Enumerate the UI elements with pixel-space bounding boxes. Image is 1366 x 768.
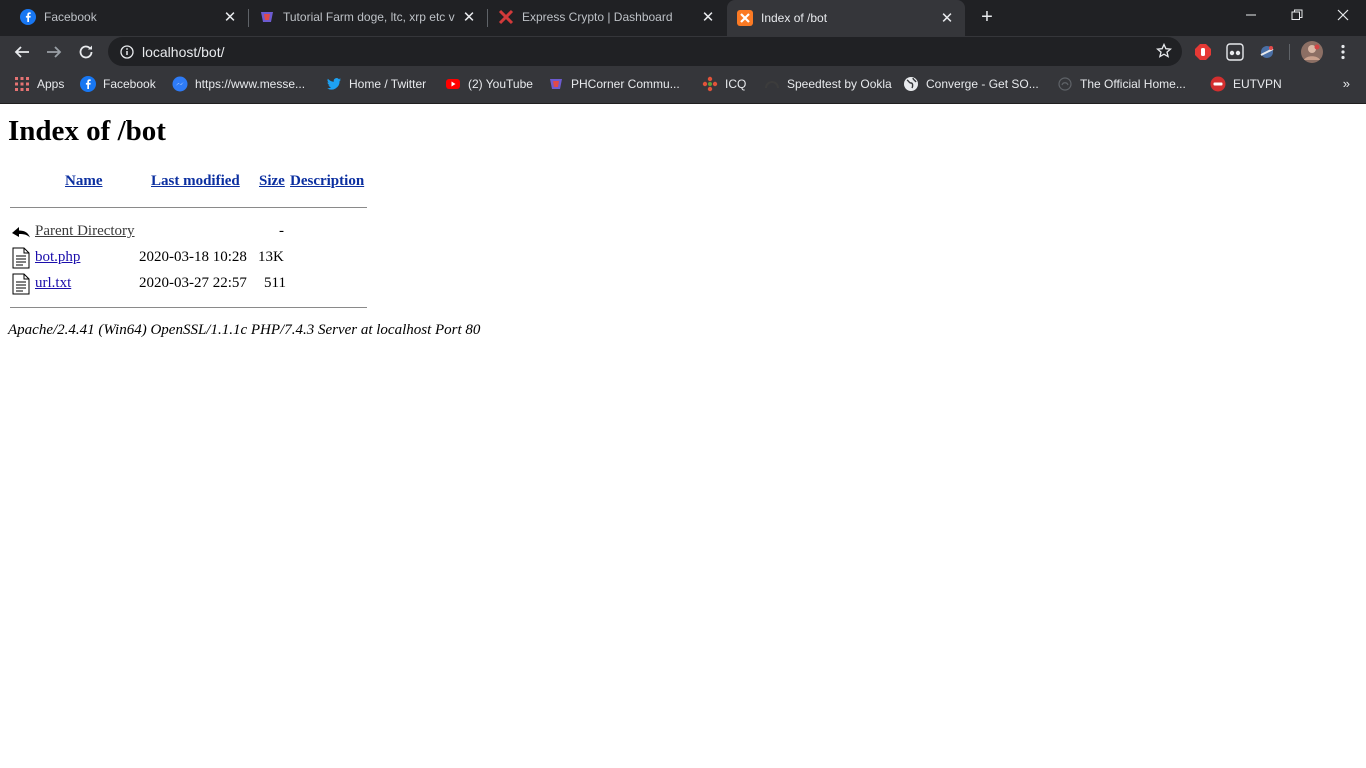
tab-title: Express Crypto | Dashboard [522,10,673,24]
page-title: Index of /bot [8,115,166,147]
tab-tutorial[interactable]: Tutorial Farm doge, ltc, xrp etc v ✕ [249,0,487,34]
bookmark-label: The Official Home... [1080,77,1186,91]
close-icon[interactable]: ✕ [700,9,716,26]
bookmark-eutvpn[interactable]: EUTVPN [1210,75,1282,93]
speedtest-icon [764,76,780,92]
bookmark-label: EUTVPN [1233,77,1282,91]
tab-strip: Facebook ✕ Tutorial Farm doge, ltc, xrp … [0,0,1366,36]
extension-adblock-icon[interactable] [1194,43,1212,61]
file-text-icon [12,247,30,269]
extension-vpn-icon[interactable] [1258,43,1276,61]
bookmark-label: Home / Twitter [349,77,427,91]
bookmark-converge[interactable]: Converge - Get SO... [903,75,1039,93]
restore-button[interactable] [1274,0,1320,30]
facebook-icon [20,9,36,25]
file-size: 13K [258,249,284,265]
close-icon[interactable]: ✕ [222,9,238,26]
browser-chrome: Facebook ✕ Tutorial Farm doge, ltc, xrp … [0,0,1366,104]
facebook-icon [80,76,96,92]
divider [10,307,367,308]
page-icon [1057,76,1073,92]
twitter-icon [326,76,342,92]
arrow-left-icon [14,46,29,58]
file-text-icon [12,273,30,295]
bookmark-official-home[interactable]: The Official Home... [1057,75,1186,93]
extension-glasses-icon[interactable] [1226,43,1244,61]
star-icon[interactable] [1156,43,1172,59]
xampp-icon [737,10,753,26]
bookmark-label: Converge - Get SO... [926,77,1039,91]
column-header-name[interactable]: Name [65,173,103,190]
close-window-button[interactable] [1320,0,1366,30]
tab-express-crypto[interactable]: Express Crypto | Dashboard ✕ [488,0,726,34]
file-link-bot-php[interactable]: bot.php [35,249,80,266]
phcorner-icon [548,76,564,92]
info-icon[interactable] [120,44,134,59]
apps-grid-icon [14,76,30,92]
bookmark-label: ICQ [725,77,747,91]
forward-button[interactable] [42,40,66,64]
toolbar: localhost/bot/ [0,36,1366,67]
tab-facebook[interactable]: Facebook ✕ [0,0,248,34]
address-bar[interactable]: localhost/bot/ [108,37,1182,66]
tab-title: Tutorial Farm doge, ltc, xrp etc v [283,10,455,24]
back-button[interactable] [10,40,34,64]
bookmark-label: Facebook [103,77,156,91]
bookmark-messenger[interactable]: https://www.messe... [172,75,305,93]
tab-title: Facebook [44,10,97,24]
bookmark-phcorner[interactable]: PHCorner Commu... [548,75,680,93]
file-size: 511 [264,275,286,291]
column-header-last-modified[interactable]: Last modified [151,173,240,190]
globe-icon [903,76,919,92]
bookmark-label: PHCorner Commu... [571,77,680,91]
divider [10,207,367,208]
messenger-icon [172,76,188,92]
bookmark-speedtest[interactable]: Speedtest by Ookla [764,75,892,93]
tab-index-of-bot[interactable]: Index of /bot ✕ [727,0,965,36]
phcorner-icon [259,9,275,25]
back-icon [12,227,30,238]
reload-button[interactable] [74,40,98,64]
file-link-url-txt[interactable]: url.txt [35,275,71,292]
reload-icon [79,45,93,59]
menu-kebab-icon[interactable] [1334,43,1352,61]
youtube-icon [445,76,461,92]
file-modified: 2020-03-18 10:28 [139,249,247,265]
bookmark-label: https://www.messe... [195,77,306,91]
bookmark-twitter[interactable]: Home / Twitter [326,75,426,93]
server-signature: Apache/2.4.41 (Win64) OpenSSL/1.1.1c PHP… [8,322,481,338]
bookmark-icq[interactable]: ICQ [702,75,746,93]
bookmark-facebook[interactable]: Facebook [80,75,156,93]
close-icon[interactable]: ✕ [461,9,477,26]
tab-title: Index of /bot [761,11,828,25]
icq-icon [702,76,718,92]
column-header-description[interactable]: Description [290,173,364,190]
bookmarks-bar: Apps Facebook https://www.messe... Home … [0,67,1366,104]
bookmark-label: Apps [37,77,65,91]
url-text[interactable]: localhost/bot/ [142,44,225,60]
arrow-right-icon [47,46,62,58]
chevron-double-right-icon[interactable]: » [1343,76,1350,91]
eutvpn-icon [1210,76,1226,92]
file-modified: 2020-03-27 22:57 [139,275,247,291]
bookmark-youtube[interactable]: (2) YouTube [445,75,533,93]
parent-directory-link[interactable]: Parent Directory [35,223,135,240]
file-size: - [279,223,284,239]
column-header-size[interactable]: Size [259,173,285,190]
bookmark-apps[interactable]: Apps [14,75,64,93]
bookmark-label: (2) YouTube [468,77,533,91]
bookmark-label: Speedtest by Ookla [787,77,892,91]
minimize-button[interactable] [1228,0,1274,30]
close-icon[interactable]: ✕ [939,10,955,27]
new-tab-button[interactable]: + [976,6,998,28]
avatar[interactable] [1301,41,1323,63]
express-crypto-icon [498,9,514,25]
